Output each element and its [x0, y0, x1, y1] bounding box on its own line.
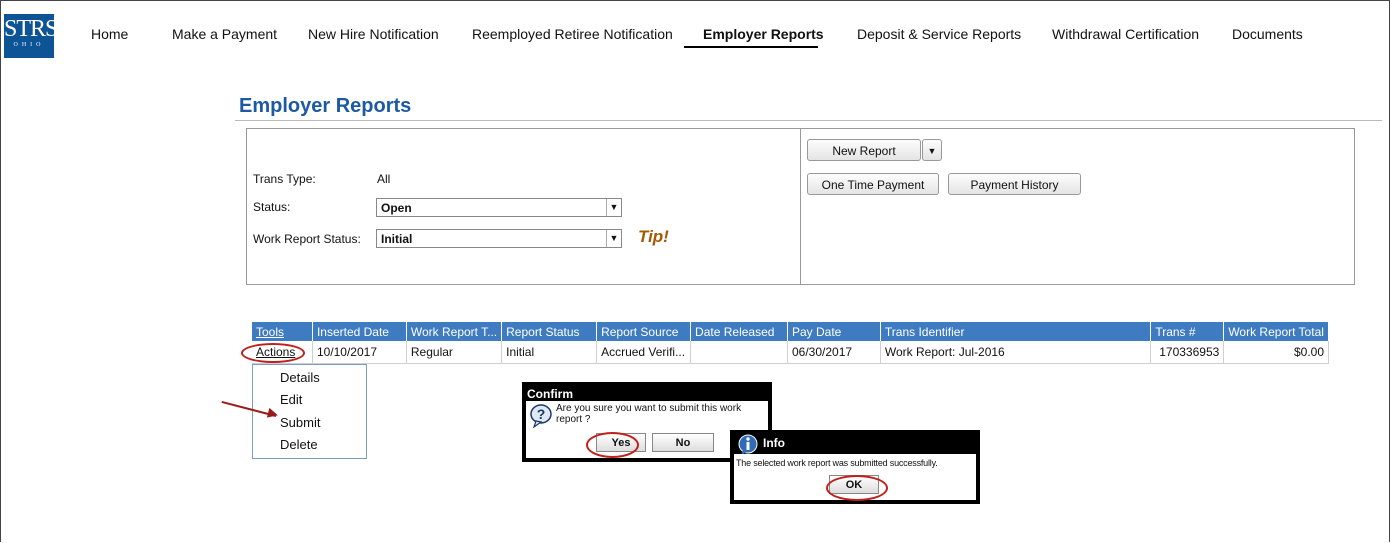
no-button[interactable]: No [652, 433, 714, 452]
status-label: Status: [253, 200, 291, 214]
column-header-report-source[interactable]: Report Source [596, 322, 692, 341]
menu-item-edit[interactable]: Edit [280, 392, 302, 407]
table-row: Actions 10/10/2017 Regular Initial Accru… [252, 341, 1329, 364]
chevron-down-icon[interactable]: ▼ [606, 199, 621, 216]
nav-employer-reports[interactable]: Employer Reports [684, 26, 824, 48]
menu-item-details[interactable]: Details [280, 370, 320, 385]
one-time-payment-button[interactable]: One Time Payment [807, 173, 939, 195]
work-report-status-label: Work Report Status: [253, 232, 361, 246]
title-divider [235, 120, 1382, 121]
new-report-dropdown-button[interactable]: ▼ [922, 139, 942, 161]
menu-item-delete[interactable]: Delete [280, 437, 318, 452]
work-report-status-select-value: Initial [381, 232, 413, 246]
chevron-down-icon: ▼ [927, 146, 937, 156]
table-header-row: Tools Inserted Date Work Report T... Rep… [252, 322, 1329, 341]
column-header-inserted-date[interactable]: Inserted Date [312, 322, 407, 341]
column-header-work-report-total[interactable]: Work Report Total [1223, 322, 1329, 341]
nav-home[interactable]: Home [91, 26, 128, 42]
new-report-button[interactable]: New Report [807, 139, 921, 161]
info-dialog-title: Info [763, 436, 785, 450]
cell-work-report-total: $0.00 [1223, 341, 1329, 364]
nav-reemployed-retiree-notification[interactable]: Reemployed Retiree Notification [472, 26, 673, 42]
column-header-trans-identifier[interactable]: Trans Identifier [880, 322, 1152, 341]
confirm-dialog-message: Are you sure you want to submit this wor… [556, 403, 742, 425]
column-header-trans-number[interactable]: Trans # [1150, 322, 1225, 341]
nav-new-hire-notification[interactable]: New Hire Notification [308, 26, 439, 42]
trans-type-value: All [377, 172, 391, 186]
ok-highlight-ellipse [826, 475, 888, 501]
cell-report-source: Accrued Verifi... [596, 341, 692, 364]
nav-documents[interactable]: Documents [1232, 26, 1303, 42]
column-header-work-report-type[interactable]: Work Report T... [406, 322, 503, 341]
top-nav: Home Make a Payment New Hire Notificatio… [0, 26, 1390, 48]
payment-history-button[interactable]: Payment History [948, 173, 1081, 195]
trans-type-label: Trans Type: [253, 172, 316, 186]
cell-report-status: Initial [501, 341, 598, 364]
info-icon [738, 434, 758, 455]
info-dialog-message: The selected work report was submitted s… [736, 458, 938, 468]
cell-trans-identifier: Work Report: Jul-2016 [880, 341, 1152, 364]
question-icon: ? [530, 404, 552, 428]
cell-inserted-date: 10/10/2017 [312, 341, 407, 364]
yes-highlight-ellipse [586, 432, 639, 458]
cell-pay-date: 06/30/2017 [787, 341, 881, 364]
confirm-dialog-title: Confirm [527, 387, 573, 401]
cell-date-released [690, 341, 788, 364]
page-title: Employer Reports [239, 95, 412, 117]
work-report-status-select[interactable]: Initial ▼ [376, 229, 622, 248]
cell-work-report-type: Regular [406, 341, 503, 364]
svg-text:?: ? [537, 406, 546, 422]
cell-trans-number: 170336953 [1150, 341, 1225, 364]
nav-deposit-service-reports[interactable]: Deposit & Service Reports [857, 26, 1021, 42]
column-header-report-status[interactable]: Report Status [501, 322, 598, 341]
tip-label: Tip! [638, 227, 669, 246]
status-select-value: Open [381, 201, 412, 215]
actions-highlight-ellipse [241, 343, 305, 363]
column-header-tools[interactable]: Tools [252, 322, 313, 341]
nav-withdrawal-certification[interactable]: Withdrawal Certification [1052, 26, 1199, 42]
status-select[interactable]: Open ▼ [376, 198, 622, 217]
reports-table: Tools Inserted Date Work Report T... Rep… [252, 322, 1329, 364]
column-header-date-released[interactable]: Date Released [690, 322, 788, 341]
column-header-pay-date[interactable]: Pay Date [787, 322, 881, 341]
chevron-down-icon[interactable]: ▼ [606, 230, 621, 247]
menu-item-submit[interactable]: Submit [280, 415, 320, 430]
nav-make-a-payment[interactable]: Make a Payment [172, 26, 277, 42]
